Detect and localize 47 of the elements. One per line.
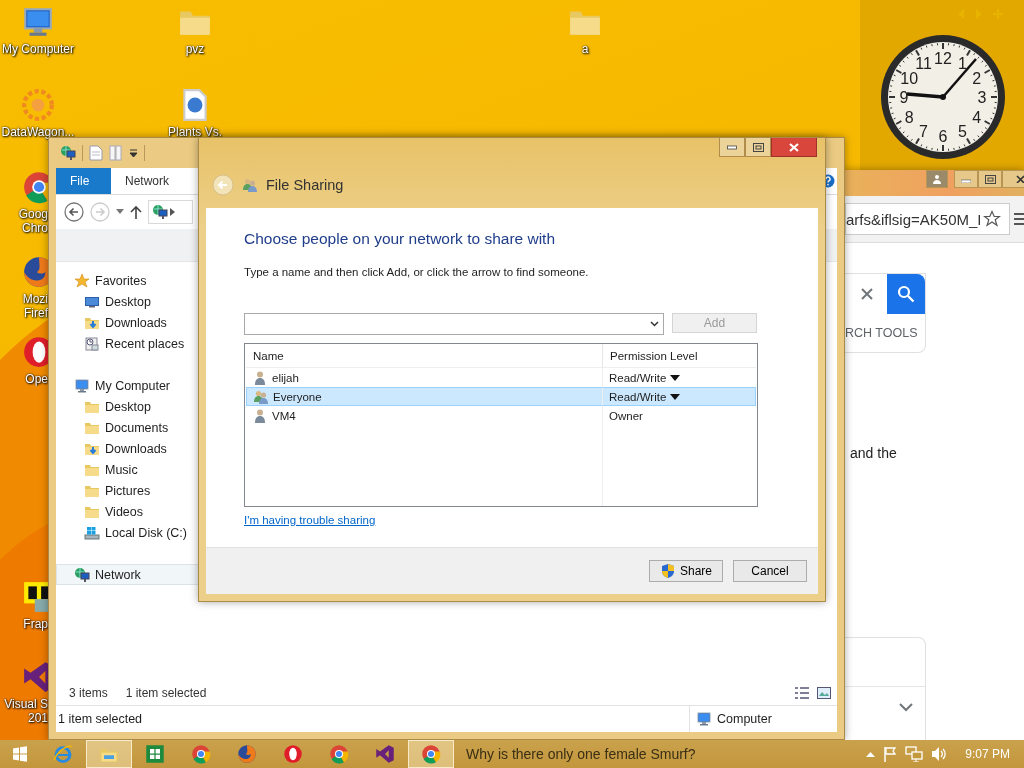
cancel-button[interactable]: Cancel	[733, 560, 807, 582]
address-text: arfs&iflsig=AK50M_I	[846, 210, 982, 228]
column-header[interactable]: Permission Level	[602, 344, 756, 368]
nav-item[interactable]: Favorites	[56, 270, 199, 291]
result-snippet: and the	[849, 445, 898, 461]
nav-item[interactable]: Recent places	[56, 333, 199, 354]
clock-numeral: 5	[958, 122, 967, 140]
nav-item[interactable]: Music	[56, 459, 199, 480]
share-button[interactable]: Share	[649, 560, 723, 582]
clock-numeral: 12	[934, 50, 952, 67]
nav-item[interactable]: My Computer	[56, 375, 199, 396]
clock-numeral: 8	[904, 108, 914, 126]
nav-item[interactable]: Downloads	[56, 438, 199, 459]
item-count: 3 items	[69, 686, 108, 700]
dialog-heading: Choose people on your network to share with	[244, 230, 557, 248]
nav-item[interactable]: Desktop	[56, 291, 199, 312]
selection-status: 1 item selected	[125, 686, 207, 700]
address-bar[interactable]: arfs&iflsig=AK50M_I	[845, 203, 1010, 235]
nav-item[interactable]: Local Disk (C:)	[56, 522, 199, 543]
column-header[interactable]: Name	[246, 344, 602, 368]
clock-numeral: 4	[972, 108, 982, 126]
instruction-text: Type a name and then click Add, or click the arrow to find someone.	[244, 266, 590, 278]
selection-status: 1 item selected	[58, 712, 143, 726]
nav-item[interactable]: Documents	[56, 417, 199, 438]
selected-nav-item[interactable]: Network	[56, 564, 199, 585]
help-link[interactable]: I'm having trouble sharing	[244, 514, 376, 526]
clock-numeral: 1	[958, 55, 967, 73]
nav-item[interactable]: Pictures	[56, 480, 199, 501]
window-title-text: Why is there only one female Smurf?	[466, 746, 696, 762]
clock-numeral: 6	[938, 128, 948, 145]
file-menu-tab[interactable]: File	[56, 168, 111, 194]
selected-person-row[interactable]: Everyone	[246, 387, 602, 406]
person-row[interactable]: VM4	[246, 406, 602, 425]
clock-numeral: 3	[977, 89, 987, 106]
person-row[interactable]: elijah	[246, 368, 602, 387]
permission-cell: Owner	[602, 406, 756, 425]
clock-numeral: 9	[899, 89, 909, 106]
dialog-title: File Sharing	[266, 177, 344, 193]
nav-item[interactable]: Downloads	[56, 312, 199, 333]
permission-cell[interactable]: Read/Write	[602, 387, 756, 406]
zone-label: Computer	[717, 712, 772, 726]
nav-item[interactable]: Videos	[56, 501, 199, 522]
clock-numeral: 7	[919, 122, 928, 140]
ribbon-tab[interactable]: Network	[111, 168, 183, 194]
search-tools-link[interactable]: RCH TOOLS	[845, 314, 925, 340]
nav-item[interactable]: Desktop	[56, 396, 199, 417]
clock-numeral: 2	[972, 69, 982, 87]
